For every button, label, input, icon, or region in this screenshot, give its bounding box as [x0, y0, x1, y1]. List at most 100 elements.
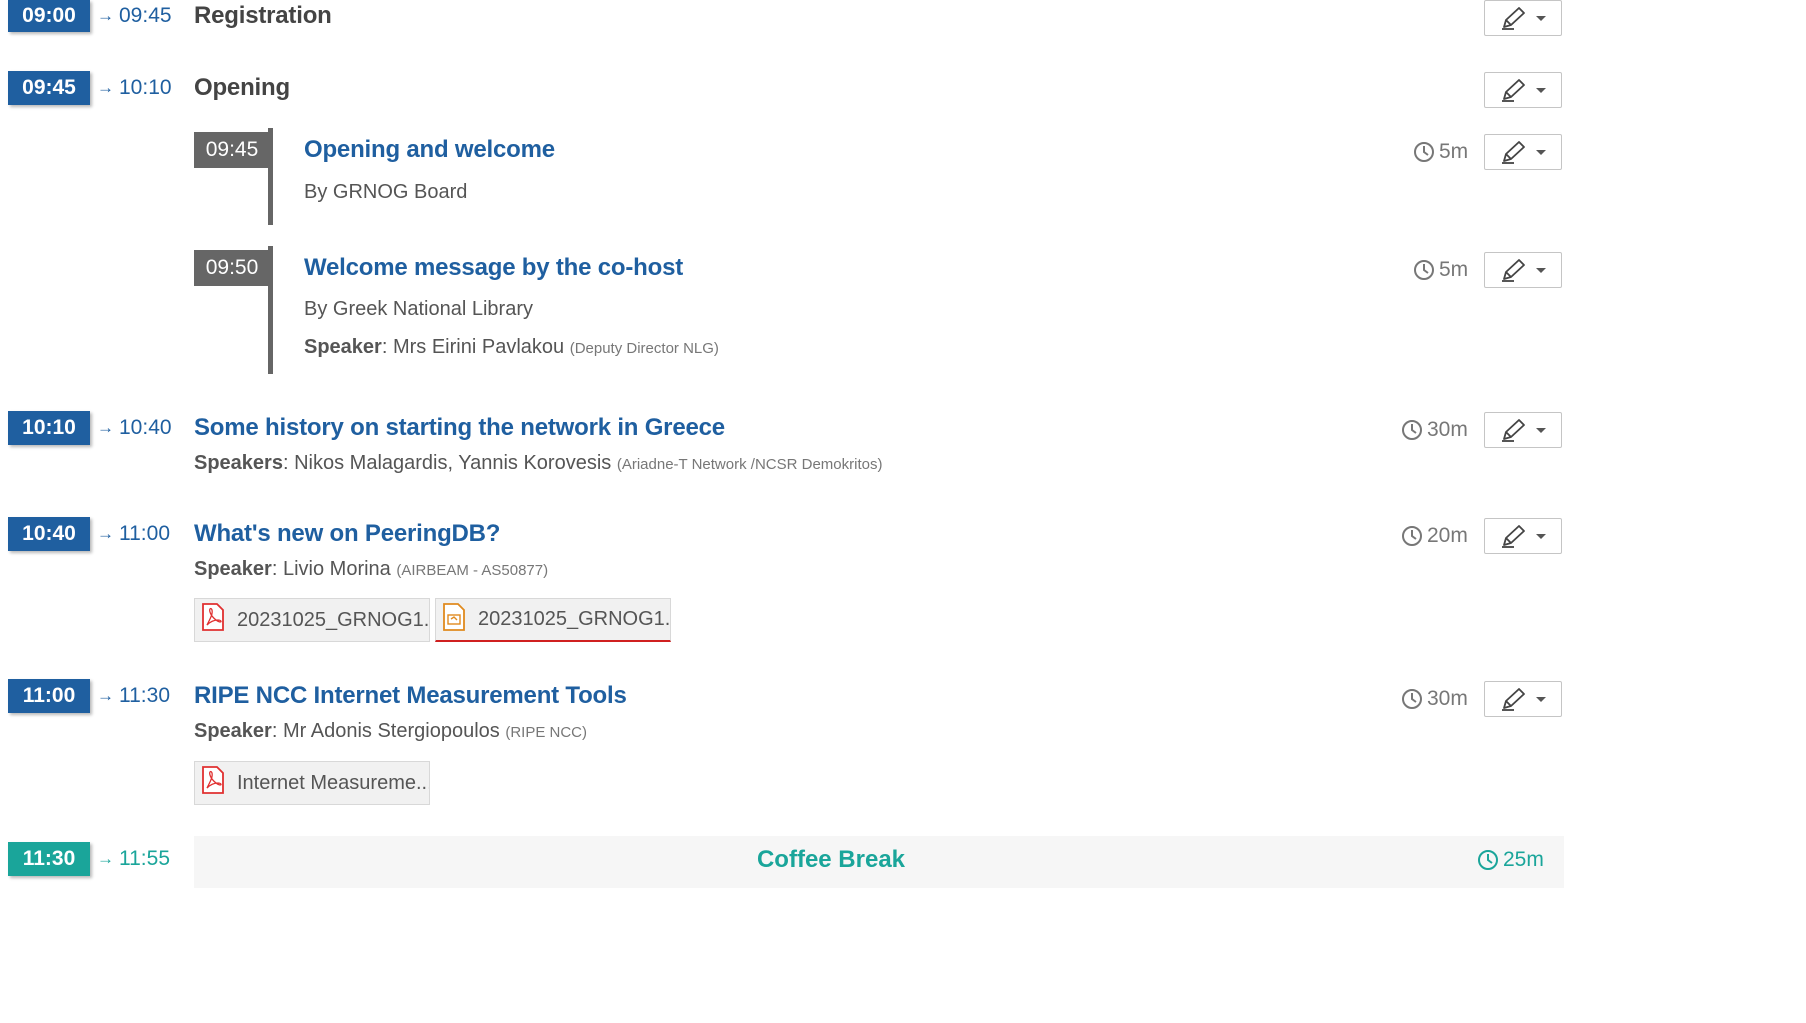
- sub-timeline-bar: [268, 128, 273, 225]
- chevron-down-icon: [1536, 533, 1546, 539]
- chevron-down-icon: [1536, 149, 1546, 155]
- arrow-icon: →: [97, 524, 114, 543]
- speaker-name: Mrs Eirini Pavlakou: [392, 336, 565, 358]
- contribution-title-link[interactable]: Welcome message by the co-host: [304, 254, 683, 282]
- edit-menu-button[interactable]: [1484, 252, 1562, 288]
- duration-value: 30m: [1427, 418, 1468, 441]
- speaker-affiliation: (Deputy Director NLG): [569, 340, 719, 357]
- duration: 30m: [1401, 412, 1468, 448]
- edit-menu-button[interactable]: [1484, 681, 1562, 717]
- contribution-title-link[interactable]: RIPE NCC Internet Measurement Tools: [194, 682, 627, 710]
- duration-value: 5m: [1439, 140, 1469, 163]
- pencil-icon: [1500, 257, 1528, 283]
- pencil-icon: [1500, 139, 1528, 165]
- end-time: → 11:00: [97, 517, 170, 551]
- edit-menu-button[interactable]: [1484, 72, 1562, 108]
- speaker-name: Nikos Malagardis, Yannis Korovesis: [294, 452, 612, 474]
- block-title: Opening: [194, 74, 290, 101]
- sub-time-badge: 09:50: [194, 250, 270, 286]
- edit-menu-button[interactable]: [1484, 134, 1562, 170]
- duration: 5m: [1413, 252, 1468, 288]
- chevron-down-icon: [1536, 267, 1546, 273]
- chevron-down-icon: [1536, 87, 1546, 93]
- speaker-affiliation: (Ariadne-T Network /NCSR Demokritos): [616, 456, 883, 473]
- speaker-affiliation: (RIPE NCC): [505, 724, 587, 741]
- pencil-icon: [1500, 417, 1528, 443]
- clock-icon: [1401, 525, 1423, 547]
- clock-icon: [1401, 688, 1423, 710]
- speaker-affiliation: (AIRBEAM - AS50877): [396, 562, 549, 579]
- attachment-pdf[interactable]: 20231025_GRNOG1...: [194, 598, 430, 642]
- speaker-separator: :: [271, 720, 278, 742]
- edit-menu-button[interactable]: [1484, 518, 1562, 554]
- speaker-line: Speaker: Mrs Eirini Pavlakou (Deputy Dir…: [304, 336, 719, 359]
- duration-value: 20m: [1427, 524, 1468, 547]
- chevron-down-icon: [1536, 427, 1546, 433]
- arrow-icon: →: [97, 686, 114, 705]
- attachment-pdf[interactable]: Internet Measureme...: [194, 761, 430, 805]
- block-title: Registration: [194, 2, 332, 29]
- presentation-icon: [442, 602, 466, 637]
- speaker-label: Speaker: [194, 720, 272, 742]
- timetable: 09:00 → 09:45 Registration 09:45 → 10:10 O…: [0, 0, 1806, 1023]
- contribution-title-link[interactable]: What's new on PeeringDB?: [194, 520, 500, 548]
- speaker-label: Speakers: [194, 452, 283, 474]
- start-time-badge: 10:40: [8, 517, 90, 551]
- pencil-icon: [1500, 5, 1528, 31]
- speaker-separator: :: [381, 336, 388, 358]
- start-time-badge: 11:00: [8, 679, 90, 713]
- arrow-icon: →: [97, 78, 114, 97]
- end-time: → 09:45: [97, 0, 172, 32]
- end-time-value: 10:40: [119, 416, 172, 439]
- break-title: Coffee Break: [756, 846, 906, 873]
- start-time-badge: 10:10: [8, 411, 90, 445]
- contribution-title-link[interactable]: Some history on starting the network in …: [194, 414, 725, 442]
- pencil-icon: [1500, 523, 1528, 549]
- clock-icon: [1413, 141, 1435, 163]
- attachment-label: 20231025_GRNOG1...: [478, 608, 671, 630]
- chevron-down-icon: [1536, 696, 1546, 702]
- attachment-presentation[interactable]: 20231025_GRNOG1...: [435, 598, 671, 642]
- edit-menu-button[interactable]: [1484, 0, 1562, 36]
- arrow-icon: →: [97, 849, 114, 868]
- end-time: → 10:10: [97, 71, 172, 105]
- end-time-value: 11:00: [119, 522, 170, 545]
- arrow-icon: →: [97, 418, 114, 437]
- pdf-icon: [201, 766, 225, 800]
- contribution-title-link[interactable]: Opening and welcome: [304, 136, 555, 164]
- end-time: → 10:40: [97, 411, 172, 445]
- attachment-label: Internet Measureme...: [237, 771, 430, 794]
- start-time-badge: 09:00: [8, 0, 90, 32]
- sub-timeline-bar: [268, 246, 273, 374]
- edit-menu-button[interactable]: [1484, 412, 1562, 448]
- speaker-line: Speakers: Nikos Malagardis, Yannis Korov…: [194, 452, 882, 475]
- speaker-name: Mr Adonis Stergiopoulos: [282, 720, 500, 742]
- speaker-separator: :: [271, 558, 278, 580]
- clock-icon: [1401, 419, 1423, 441]
- pencil-icon: [1500, 77, 1528, 103]
- duration: 20m: [1401, 518, 1468, 554]
- end-time-value: 10:10: [119, 76, 172, 99]
- chevron-down-icon: [1536, 15, 1546, 21]
- duration: 30m: [1401, 681, 1468, 717]
- arrow-icon: →: [97, 6, 114, 25]
- duration-value: 5m: [1439, 258, 1469, 281]
- duration-value: 25m: [1503, 848, 1544, 871]
- contribution-by: By GRNOG Board: [304, 181, 468, 203]
- speaker-label: Speaker: [194, 558, 272, 580]
- speaker-separator: :: [282, 452, 289, 474]
- end-time: → 11:30: [97, 679, 170, 713]
- duration: 25m: [1477, 842, 1544, 878]
- duration: 5m: [1413, 134, 1468, 170]
- end-time-value: 09:45: [119, 4, 172, 27]
- end-time-value: 11:55: [119, 847, 170, 870]
- clock-icon: [1477, 849, 1499, 871]
- sub-time-badge: 09:45: [194, 132, 270, 168]
- clock-icon: [1413, 259, 1435, 281]
- duration-value: 30m: [1427, 687, 1468, 710]
- speaker-name: Livio Morina: [282, 558, 391, 580]
- end-time: → 11:55: [97, 842, 170, 876]
- start-time-badge: 11:30: [8, 842, 90, 876]
- speaker-label: Speaker: [304, 336, 382, 358]
- pencil-icon: [1500, 686, 1528, 712]
